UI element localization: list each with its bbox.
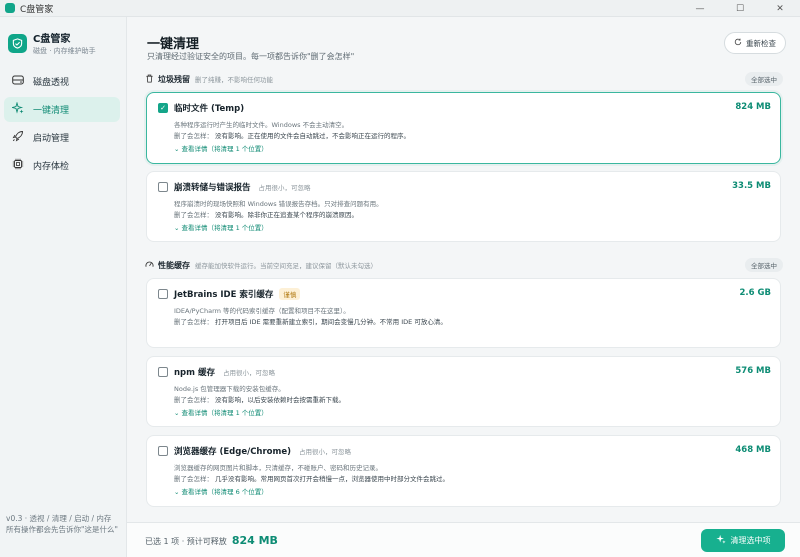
item-size: 468 MB (735, 445, 771, 455)
item-checkbox[interactable]: ✓ (158, 103, 168, 113)
item-size: 824 MB (735, 102, 771, 112)
title-bar: C盘管家 — ☐ ✕ (0, 0, 800, 17)
details-toggle[interactable]: ⌄ 查看详情（将清理 1 个位置） (174, 143, 268, 153)
sidebar-item-label: 内存体检 (33, 162, 70, 172)
section-hint: 缓存能加快软件运行。当前空间充足，建议保留（默认未勾选） (195, 262, 377, 270)
main-panel: 一键清理 只清理经过验证安全的项目。每一项都告诉你"删了会怎样" 重新检查 垃圾… (127, 17, 800, 557)
clean-item-card[interactable]: 崩溃转储与错误报告 占用很小，可忽略 33.5 MB 程序崩溃时的现场快照和 Wi… (146, 171, 781, 242)
select-all-button[interactable]: 全部选中 (745, 258, 783, 272)
page-subtitle: 只清理经过验证安全的项目。每一项都告诉你"删了会怎样" (147, 52, 355, 61)
item-description: Node.js 包管理器下载的安装包缓存。 (174, 385, 285, 393)
item-checkbox[interactable] (158, 289, 168, 299)
trash-icon (145, 74, 155, 85)
shield-check-icon (8, 33, 27, 53)
disk-icon (11, 75, 25, 88)
bottom-bar: 已选 1 项 · 预计可释放 824 MB 清理选中项 (127, 522, 800, 557)
rocket-icon (11, 130, 25, 145)
caution-badge: 谨慎 (279, 288, 301, 300)
clean-item-card[interactable]: npm 缓存 占用很小，可忽略 576 MB Node.js 包管理器下载的安装包… (146, 356, 781, 427)
reclaimable-amount: 824 MB (231, 534, 278, 547)
item-description: 浏览器缓存的网页图片和脚本，只清缓存，不碰账户、密码和历史记录。 (174, 464, 382, 472)
sidebar-item-startup[interactable]: 启动管理 (4, 125, 120, 150)
item-tag: 占用很小，可忽略 (258, 184, 311, 192)
item-impact: 删了会怎样： 几乎没有影响。常用网页首次打开会稍慢一点，浏览器使用中时部分文件会跳… (174, 475, 449, 483)
sidebar-item-memory[interactable]: 内存体检 (4, 153, 120, 178)
section-hint: 删了纯赚，不影响任何功能 (195, 76, 273, 84)
clean-selected-button[interactable]: 清理选中项 (701, 529, 785, 552)
sidebar-item-label: 启动管理 (33, 134, 70, 144)
chip-icon (11, 158, 25, 173)
item-description: 各种程序运行时产生的临时文件。Windows 不会主动清空。 (174, 121, 349, 129)
close-button[interactable]: ✕ (760, 0, 800, 17)
chevron-down-icon: ⌄ (174, 145, 182, 153)
item-impact: 删了会怎样： 没有影响，以后安装依赖时会按需重新下载。 (174, 396, 345, 404)
item-size: 2.6 GB (739, 288, 771, 298)
details-toggle[interactable]: ⌄ 查看详情（将清理 1 个位置） (174, 407, 268, 417)
details-toggle[interactable]: ⌄ 查看详情（将清理 6 个位置） (174, 486, 268, 496)
sidebar-item-label: 磁盘透视 (33, 78, 70, 88)
item-size: 576 MB (735, 366, 771, 376)
item-size: 33.5 MB (732, 181, 771, 191)
window-title: C盘管家 (20, 4, 54, 15)
item-impact: 删了会怎样： 打开项目后 IDE 需要重新建立索引，期间会变慢几分钟。不常用 ID… (174, 318, 447, 326)
item-description: IDEA/PyCharm 等的代码索引缓存（配置和项目不在这里）。 (174, 307, 350, 315)
sparkle-icon (715, 534, 726, 547)
recheck-label: 重新检查 (746, 38, 776, 48)
app-icon (5, 3, 15, 13)
select-all-button[interactable]: 全部选中 (745, 72, 783, 86)
refresh-icon (734, 38, 742, 48)
brand: C盘管家 磁盘 · 内存维护助手 (8, 30, 96, 56)
item-impact: 删了会怎样： 没有影响。除非你正在追查某个程序的崩溃原因。 (174, 211, 358, 219)
item-title: 崩溃转储与错误报告 占用很小，可忽略 (174, 183, 311, 193)
item-tag: 占用很小，可忽略 (222, 369, 275, 377)
item-tag: 占用很小，可忽略 (299, 448, 352, 456)
chevron-down-icon: ⌄ (174, 409, 182, 417)
item-checkbox[interactable] (158, 446, 168, 456)
maximize-button[interactable]: ☐ (720, 0, 760, 17)
chevron-down-icon: ⌄ (174, 224, 182, 232)
item-checkbox[interactable] (158, 182, 168, 192)
minimize-button[interactable]: — (680, 0, 720, 17)
sidebar-item-disk-view[interactable]: 磁盘透视 (4, 69, 120, 94)
item-title: JetBrains IDE 索引缓存 谨慎 (174, 288, 301, 300)
details-toggle[interactable]: ⌄ 查看详情（将清理 1 个位置） (174, 222, 268, 232)
selection-summary: 已选 1 项 · 预计可释放 824 MB (145, 534, 278, 547)
section-title: 垃圾残留 (158, 74, 190, 84)
sidebar-item-one-click-clean[interactable]: 一键清理 (4, 97, 120, 122)
app-subtitle: 磁盘 · 内存维护助手 (33, 47, 96, 55)
section-header-junk: 垃圾残留 删了纯赚，不影响任何功能 全部选中 (145, 72, 783, 86)
app-name: C盘管家 (33, 34, 71, 45)
sidebar: C盘管家 磁盘 · 内存维护助手 磁盘透视 一键清理 启动管理 内存体检 v0.… (0, 17, 127, 557)
item-impact: 删了会怎样： 没有影响。正在使用的文件会自动跳过，不会影响正在运行的程序。 (174, 132, 410, 140)
sidebar-nav: 磁盘透视 一键清理 启动管理 内存体检 (4, 69, 120, 181)
section-title: 性能缓存 (158, 260, 190, 270)
clean-item-card[interactable]: JetBrains IDE 索引缓存 谨慎 2.6 GB IDEA/PyCharm… (146, 278, 781, 348)
page-title: 一键清理 (147, 37, 200, 52)
clean-item-card[interactable]: 浏览器缓存 (Edge/Chrome) 占用很小，可忽略 468 MB 浏览器缓存… (146, 435, 781, 507)
footer-note: v0.3 · 透视 / 清理 / 启动 / 内存 所有操作都会先告诉你"这是什么… (6, 514, 118, 534)
item-title: 浏览器缓存 (Edge/Chrome) 占用很小，可忽略 (174, 447, 352, 457)
sidebar-item-label: 一键清理 (33, 106, 70, 116)
item-description: 程序崩溃时的现场快照和 Windows 错误报告存档。只对排查问题有用。 (174, 200, 383, 208)
item-title: npm 缓存 占用很小，可忽略 (174, 368, 275, 378)
recheck-button[interactable]: 重新检查 (724, 32, 786, 54)
item-checkbox[interactable] (158, 367, 168, 377)
item-title: 临时文件 (Temp) (174, 104, 245, 114)
gauge-icon (145, 260, 155, 271)
clean-item-card[interactable]: ✓ 临时文件 (Temp) 824 MB 各种程序运行时产生的临时文件。Wind… (146, 92, 781, 164)
section-header-cache: 性能缓存 缓存能加快软件运行。当前空间充足，建议保留（默认未勾选） 全部选中 (145, 258, 783, 272)
chevron-down-icon: ⌄ (174, 488, 182, 496)
window-controls: — ☐ ✕ (680, 0, 800, 17)
sparkle-icon (10, 101, 25, 117)
